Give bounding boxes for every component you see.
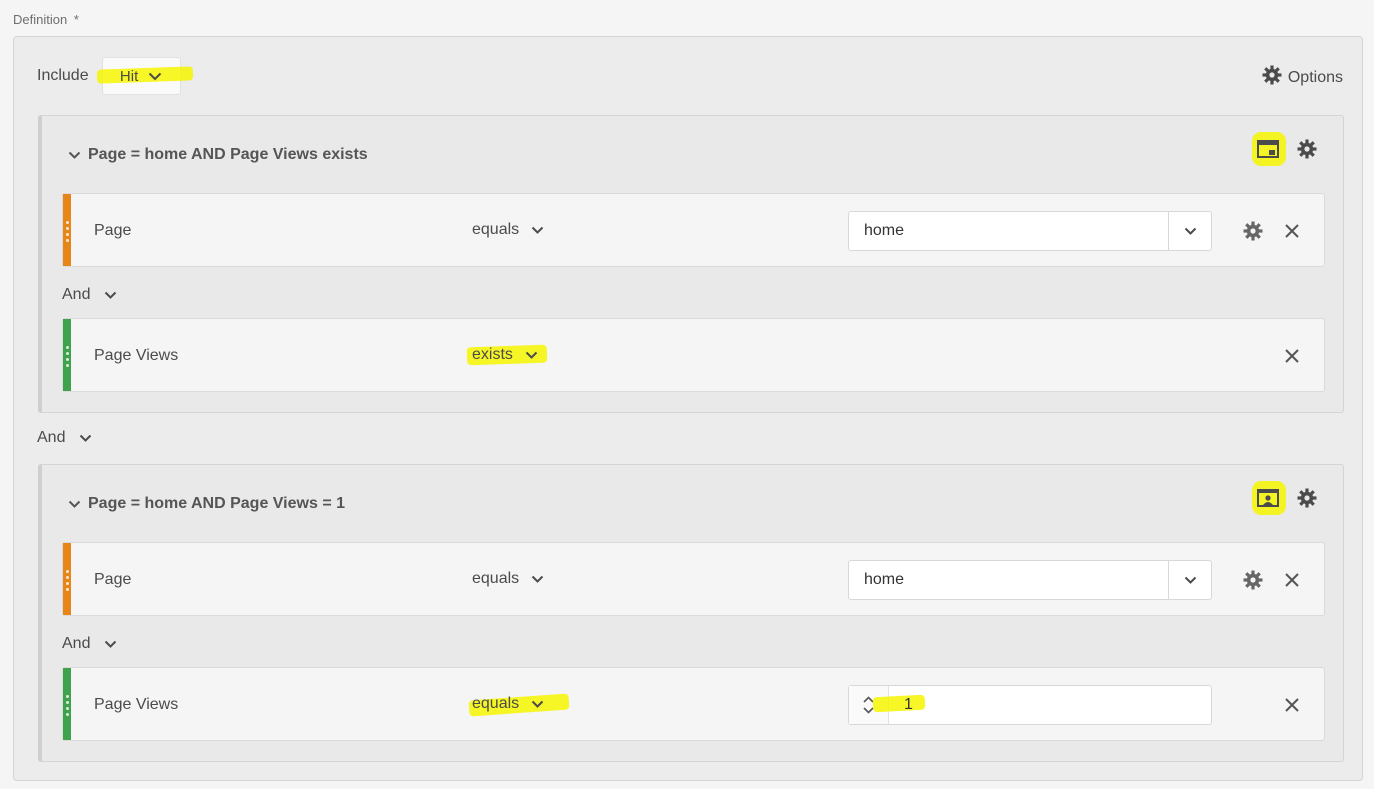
drag-handle-icon[interactable] xyxy=(66,221,69,242)
segment-definition-panel: Include Hit Options Page = home AND Page… xyxy=(13,36,1363,781)
visit-container-icon xyxy=(1256,486,1280,515)
and-operator-dropdown[interactable]: And xyxy=(37,429,92,447)
operator-value: exists xyxy=(472,346,513,363)
rule-row: Page Views exists xyxy=(62,318,1325,392)
rule-name: Page xyxy=(94,571,132,588)
chevron-down-icon xyxy=(148,68,162,85)
chevron-down-icon xyxy=(525,346,538,364)
gear-icon[interactable] xyxy=(1297,139,1317,164)
segment-container: Page = home AND Page Views = 1 Page equa… xyxy=(38,464,1344,762)
drag-handle-icon[interactable] xyxy=(66,346,69,367)
gear-icon[interactable] xyxy=(1297,488,1317,513)
operator-dropdown[interactable]: equals xyxy=(472,221,544,239)
required-mark: * xyxy=(73,12,79,27)
chevron-down-icon xyxy=(79,429,92,447)
and-label: And xyxy=(62,635,91,652)
hit-container-button[interactable] xyxy=(1252,132,1286,166)
chevron-down-icon[interactable] xyxy=(1168,561,1211,599)
visit-container-button[interactable] xyxy=(1252,481,1286,515)
value-combobox[interactable]: home xyxy=(848,211,1212,251)
rule-name: Page Views xyxy=(94,696,179,713)
operator-dropdown[interactable]: equals xyxy=(468,693,570,717)
close-icon[interactable] xyxy=(1284,223,1300,244)
include-row: Include Hit xyxy=(37,57,193,95)
and-label: And xyxy=(37,429,66,446)
and-operator-dropdown[interactable]: And xyxy=(62,635,117,653)
chevron-up-icon[interactable] xyxy=(863,696,874,703)
value-combobox[interactable]: home xyxy=(848,560,1212,600)
operator-dropdown[interactable]: equals xyxy=(472,570,544,588)
gear-icon[interactable] xyxy=(1243,221,1263,246)
include-label: Include xyxy=(37,67,89,84)
options-label: Options xyxy=(1287,68,1343,86)
include-scope-dropdown[interactable]: Hit xyxy=(96,57,193,95)
drag-handle-icon[interactable] xyxy=(66,695,69,716)
close-icon[interactable] xyxy=(1284,697,1300,718)
and-label: And xyxy=(62,286,91,303)
number-input[interactable]: 1 xyxy=(904,696,913,714)
chevron-down-icon xyxy=(531,570,544,588)
container-title-toggle[interactable]: Page = home AND Page Views exists xyxy=(68,146,368,164)
include-scope-value: Hit xyxy=(119,67,139,85)
chevron-down-icon xyxy=(531,221,544,239)
chevron-down-icon[interactable] xyxy=(863,707,874,714)
value-input[interactable]: home xyxy=(849,212,1168,250)
chevron-down-icon xyxy=(531,695,544,713)
container-title: Page = home AND Page Views exists xyxy=(88,146,368,163)
close-icon[interactable] xyxy=(1284,348,1300,369)
drag-handle-icon[interactable] xyxy=(66,570,69,591)
gear-icon xyxy=(1262,65,1288,90)
operator-value: equals xyxy=(472,695,520,712)
options-button[interactable]: Options xyxy=(1262,65,1343,90)
gear-icon[interactable] xyxy=(1243,570,1263,595)
segment-container: Page = home AND Page Views exists Page e… xyxy=(38,115,1344,413)
chevron-down-icon[interactable] xyxy=(1168,212,1211,250)
hit-container-icon xyxy=(1256,137,1280,166)
rule-row: Page equals home xyxy=(62,542,1325,616)
operator-dropdown[interactable]: exists xyxy=(466,344,548,366)
chevron-down-icon xyxy=(104,286,117,304)
rule-row: Page equals home xyxy=(62,193,1325,267)
definition-label: Definition * xyxy=(13,12,79,27)
container-title: Page = home AND Page Views = 1 xyxy=(88,495,345,512)
container-title-toggle[interactable]: Page = home AND Page Views = 1 xyxy=(68,495,345,513)
close-icon[interactable] xyxy=(1284,572,1300,593)
chevron-down-icon xyxy=(68,146,81,164)
definition-label-text: Definition xyxy=(13,12,68,27)
chevron-down-icon xyxy=(68,495,81,513)
rule-name: Page xyxy=(94,222,132,239)
and-operator-dropdown[interactable]: And xyxy=(62,286,117,304)
rule-name: Page Views xyxy=(94,347,179,364)
number-stepper[interactable]: 1 xyxy=(848,685,1212,725)
operator-value: equals xyxy=(472,570,520,587)
rule-row: Page Views equals 1 xyxy=(62,667,1325,741)
chevron-down-icon xyxy=(104,635,117,653)
stepper-buttons[interactable] xyxy=(849,686,889,724)
value-input[interactable]: home xyxy=(849,561,1168,599)
operator-value: equals xyxy=(472,221,520,238)
